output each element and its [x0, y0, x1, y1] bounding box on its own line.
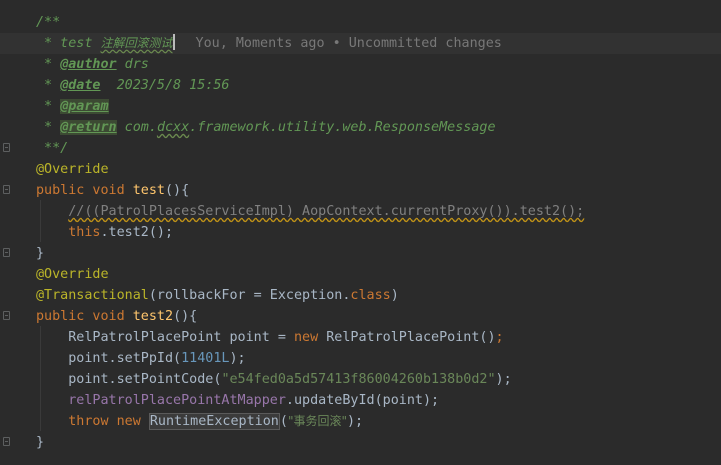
code-line-16: RelPatrolPlacePoint point = new RelPatro…: [68, 330, 504, 345]
code-line-6: * @return com.dcxx.framework.utility.web…: [36, 120, 496, 135]
code-line-14: @Transactional(rollbackFor = Exception.c…: [36, 288, 399, 303]
text-caret: [172, 34, 175, 50]
code-line-11: this.test2();: [68, 225, 174, 240]
fold-marker-icon[interactable]: [3, 143, 10, 152]
code-line-5: * @param: [36, 99, 109, 114]
code-line-21: }: [36, 435, 45, 450]
code-editor[interactable]: /** * test 注解回滚测试 You, Moments ago • Unco…: [0, 0, 721, 465]
fold-marker-icon[interactable]: [3, 248, 10, 257]
code-line-8: @Override: [36, 162, 109, 177]
code-line-17: point.setPpId(11401L);: [68, 351, 246, 366]
code-line-9: public void test(){: [36, 183, 190, 198]
code-line-20: throw new RuntimeException("事务回滚");: [68, 413, 364, 430]
code-line-13: @Override: [36, 267, 109, 282]
code-line-18: point.setPointCode("e54fed0a5d57413f8600…: [68, 372, 512, 387]
fold-marker-icon[interactable]: [3, 437, 10, 446]
editor-gutter[interactable]: [0, 0, 24, 465]
code-line-7: **/: [36, 141, 69, 156]
fold-marker-icon[interactable]: [3, 311, 10, 320]
code-line-1: /**: [36, 15, 61, 30]
code-line-3: * @author drs: [36, 57, 149, 72]
code-line-4: * @date 2023/5/8 15:56: [36, 78, 230, 93]
code-line-19: relPatrolPlacePointAtMapper.updateById(p…: [68, 393, 440, 408]
code-line-10: //((PatrolPlacesServiceImpl) AopContext.…: [68, 204, 585, 219]
fold-marker-icon[interactable]: [3, 185, 10, 194]
code-line-2-current: * test 注解回滚测试 You, Moments ago • Uncommit…: [0, 33, 721, 54]
code-line-12: }: [36, 246, 45, 261]
code-line-15: public void test2(){: [36, 309, 198, 324]
inline-blame-hint: You, Moments ago • Uncommitted changes: [195, 36, 502, 51]
